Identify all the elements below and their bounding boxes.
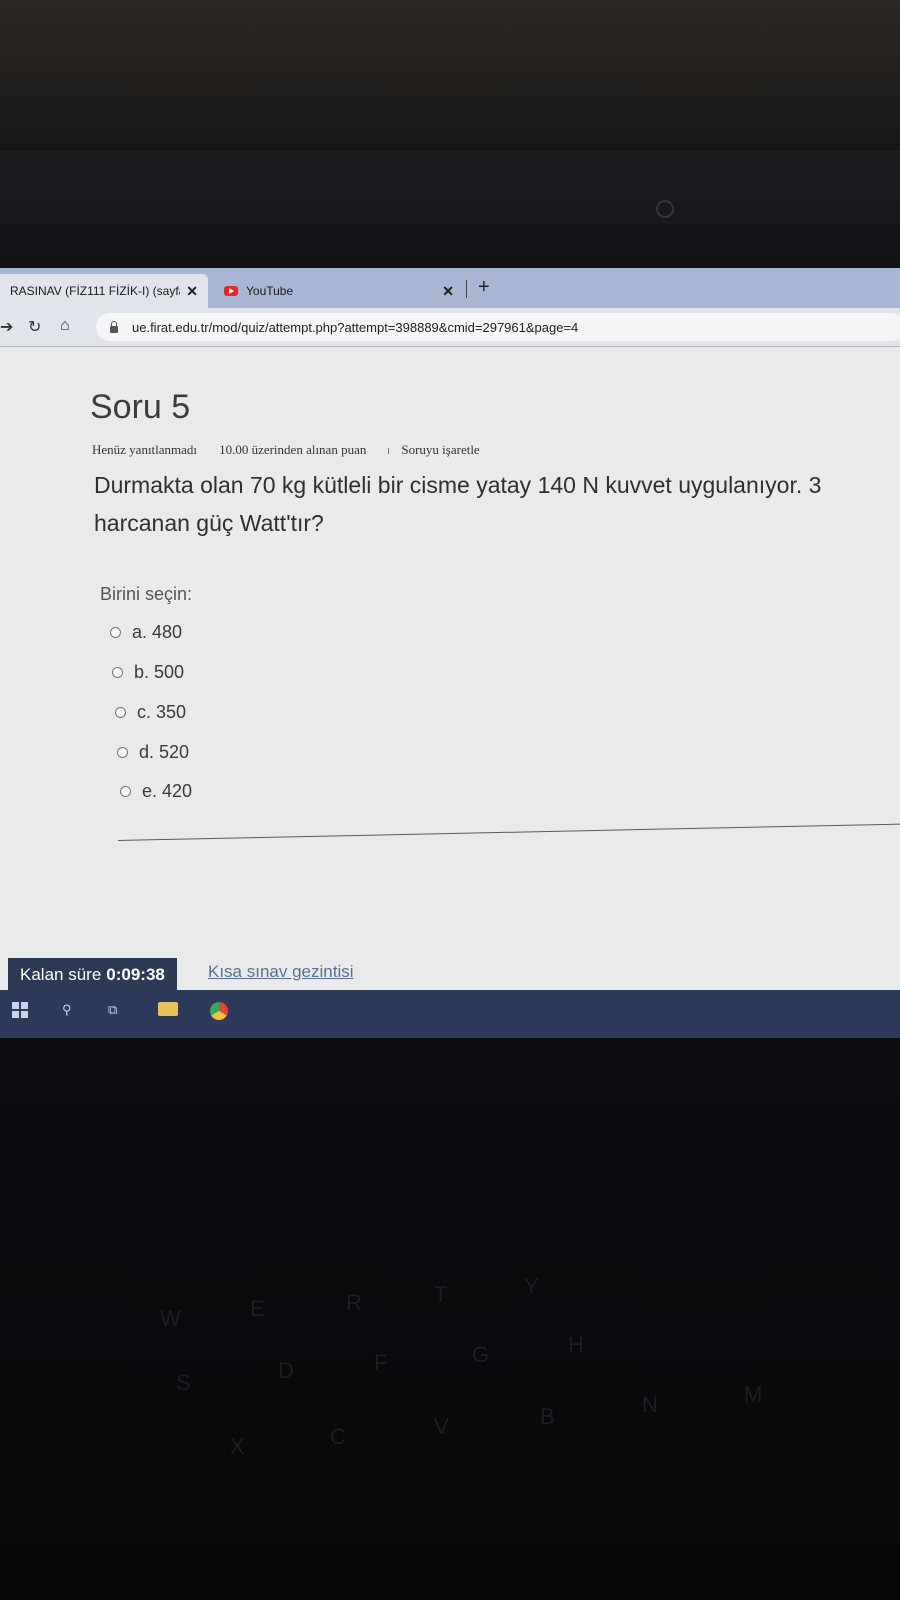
keyboard-key-icon: Y [524,1274,539,1299]
keyboard-key-icon: T [434,1282,448,1307]
option-label: d. 520 [139,742,190,762]
keyboard-key-icon: X [230,1434,245,1459]
keyboard-key-icon: F [374,1350,388,1375]
keyboard-key-icon: S [176,1370,191,1395]
radio-button[interactable] [110,627,121,638]
tab-youtube[interactable]: YouTube ✕ [214,274,464,308]
taskbar: ⚲ ⧉ [0,990,900,1038]
keyboard-key-icon: W [160,1306,181,1331]
tab-separator [466,280,467,298]
radio-button[interactable] [115,707,126,718]
answer-option-a[interactable]: a. 480 [110,622,182,643]
keyboard-key-icon: E [250,1296,265,1321]
flag-label: Soruyu işaretle [401,442,480,457]
webcam [656,200,674,218]
question-info: Henüz yanıtlanmadı 10.00 üzerinden alına… [92,442,480,458]
timer-label: Kalan süre [20,965,102,984]
divider [117,823,900,841]
question-points: 10.00 üzerinden alınan puan [219,442,367,457]
question-text: Durmakta olan 70 kg kütleli bir cisme ya… [94,466,900,542]
quiz-navigation-link[interactable]: Kısa sınav gezintisi [208,962,354,982]
keyboard-key-icon: R [346,1290,362,1315]
laptop-keyboard: W E R T Y S D F G H X C V B N M [0,1038,900,1600]
radio-button[interactable] [117,747,128,758]
youtube-icon [224,286,238,296]
keyboard-key-icon: C [330,1424,346,1449]
answer-prompt: Birini seçin: [100,584,193,604]
time-remaining: Kalan süre 0:09:38 [8,958,177,992]
windows-start-icon[interactable] [12,1002,28,1018]
question-text-line: Durmakta olan 70 kg kütleli bir cisme ya… [94,472,822,498]
answer-option-e[interactable]: e. 420 [120,781,192,802]
flag-question-link[interactable]: Soruyu işaretle [388,442,480,458]
new-tab-button[interactable]: + [478,276,490,299]
answer-option-b[interactable]: b. 500 [112,662,184,683]
keyboard-key-icon: N [642,1392,658,1417]
keyboard-key-icon: D [278,1358,294,1383]
option-label: c. 350 [137,702,187,722]
file-explorer-icon[interactable] [158,1002,178,1016]
keyboard-key-icon: B [540,1404,555,1429]
search-icon[interactable]: ⚲ [62,1002,78,1018]
option-label: a. 480 [132,622,183,642]
home-icon[interactable]: ⌂ [60,317,70,335]
option-label: e. 420 [142,781,193,801]
url-text: ue.firat.edu.tr/mod/quiz/attempt.php?att… [132,319,579,335]
lock-icon [110,320,118,333]
monitor-bezel [0,150,900,270]
keyboard-key-icon: V [434,1414,449,1439]
answer-option-d[interactable]: d. 520 [117,742,189,763]
flag-icon [388,448,395,454]
reload-icon[interactable]: ↻ [28,317,41,337]
answer-status: Henüz yanıtlanmadı [92,442,198,457]
radio-button[interactable] [120,786,131,797]
url-field[interactable]: ue.firat.edu.tr/mod/quiz/attempt.php?att… [96,313,900,341]
close-icon[interactable]: ✕ [442,283,454,300]
keyboard-key-icon: H [568,1332,584,1357]
quiz-page: Soru 5 Henüz yanıtlanmadı 10.00 üzerinde… [0,348,900,1038]
close-icon[interactable]: ✕ [186,283,198,300]
chrome-icon[interactable] [210,1002,228,1020]
answer-option-c[interactable]: c. 350 [115,702,186,723]
tab-strip: RASINAV (FİZ111 FİZİK-I) (sayfa ✕ YouTub… [0,268,900,308]
address-bar: ➔ ↻ ⌂ ue.firat.edu.tr/mod/quiz/attempt.p… [0,308,900,347]
radio-button[interactable] [112,667,123,678]
option-label: b. 500 [134,662,185,682]
tab-title: RASINAV (FİZ111 FİZİK-I) (sayfa [10,284,181,298]
question-number: Soru 5 [90,388,191,426]
tab-title: YouTube [246,284,294,298]
keyboard-key-icon: G [472,1342,490,1367]
forward-icon[interactable]: ➔ [0,317,13,337]
tab-quiz[interactable]: RASINAV (FİZ111 FİZİK-I) (sayfa ✕ [0,274,208,308]
keyboard-key-icon: M [744,1382,763,1407]
timer-value: 0:09:38 [106,965,165,984]
question-text-line: harcanan güç Watt'tır? [94,510,324,536]
screen: RASINAV (FİZ111 FİZİK-I) (sayfa ✕ YouTub… [0,268,900,1038]
task-view-icon[interactable]: ⧉ [108,1002,124,1018]
monitor-bezel-top [0,0,900,150]
